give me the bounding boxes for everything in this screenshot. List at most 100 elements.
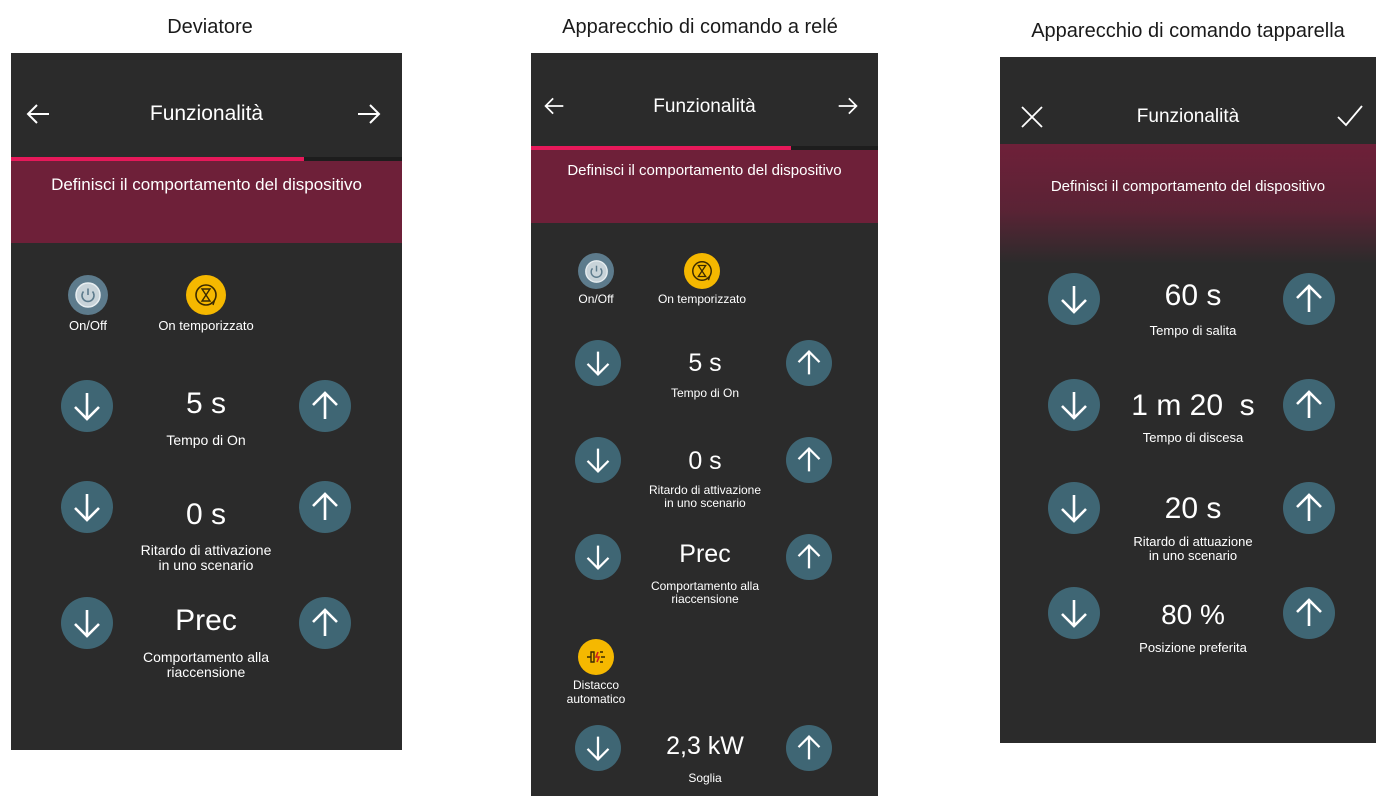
- banner-text: Definisci il comportamento del dispositi…: [1050, 178, 1326, 195]
- mode-label-line: automatico: [566, 691, 626, 706]
- value-display: 5 s: [688, 349, 722, 377]
- increase-button[interactable]: [786, 340, 832, 386]
- decrease-button[interactable]: [61, 380, 113, 432]
- phone-screen-tapparella: Funzionalità Definisci il comportamento …: [1000, 57, 1376, 743]
- arrow-right-icon[interactable]: [837, 95, 859, 117]
- power-icon: [584, 259, 608, 283]
- increase-button[interactable]: [1283, 482, 1335, 534]
- value-display: 2,3 kW: [666, 732, 744, 760]
- page-title: Funzionalità: [653, 96, 756, 117]
- caption-deviatore: Deviatore: [167, 16, 253, 38]
- decrease-button[interactable]: [1048, 379, 1100, 431]
- value-label-line: in uno scenario: [664, 496, 746, 511]
- increase-button[interactable]: [786, 725, 832, 771]
- value-label-line: Soglia: [688, 771, 722, 785]
- value-label-line: Comportamento alla: [142, 649, 270, 665]
- phone-screen-rele: Funzionalità Definisci il comportamento …: [531, 53, 878, 796]
- value-label: Comportamento alla riaccensione: [111, 649, 301, 681]
- decrease-button[interactable]: [1048, 482, 1100, 534]
- load-shedding-icon: [587, 651, 605, 663]
- value-label-line: Ritardo di attuazione: [1133, 534, 1253, 549]
- value-display: 0 s: [185, 498, 227, 531]
- increase-button[interactable]: [786, 534, 832, 580]
- decrease-button[interactable]: [575, 725, 621, 771]
- value-label: Ritardo di attivazione in uno scenario: [111, 542, 301, 574]
- value-label-line: in uno scenario: [158, 557, 254, 574]
- decrease-button[interactable]: [1048, 587, 1100, 639]
- mode-on-temporizzato[interactable]: On temporizzato: [644, 253, 760, 307]
- mode-label: On/Off: [578, 292, 614, 306]
- arrow-down-icon: [74, 494, 100, 522]
- arrow-up-icon: [312, 391, 338, 419]
- mode-distacco-automatico[interactable]: Distacco automatico: [561, 639, 631, 707]
- increase-button[interactable]: [1283, 379, 1335, 431]
- arrow-down-icon: [586, 351, 610, 376]
- checkmark-icon[interactable]: [1336, 103, 1364, 129]
- value-label: Ritardo di attuazione in uno scenario: [1098, 534, 1288, 564]
- power-icon: [75, 282, 101, 308]
- arrow-right-icon[interactable]: [356, 101, 382, 127]
- value-display: 5 s: [185, 387, 227, 420]
- increase-button[interactable]: [1283, 273, 1335, 325]
- arrow-up-icon: [1296, 493, 1322, 521]
- value-label-line: riaccensione: [166, 664, 246, 681]
- instruction-banner: Definisci il comportamento del dispositi…: [1000, 144, 1376, 264]
- decrease-button[interactable]: [575, 437, 621, 483]
- arrow-up-icon: [312, 492, 338, 520]
- arrow-down-icon: [586, 448, 610, 473]
- instruction-banner: Definisci il comportamento del dispositi…: [11, 161, 402, 243]
- increase-button[interactable]: [786, 437, 832, 483]
- arrow-up-icon: [1296, 598, 1322, 626]
- page-title: Funzionalità: [149, 102, 264, 125]
- arrow-down-icon: [74, 610, 100, 638]
- arrow-down-icon: [74, 393, 100, 421]
- value-label-line: Tempo di On: [670, 386, 740, 400]
- value-label-line: Posizione preferita: [1139, 640, 1247, 655]
- decrease-button[interactable]: [575, 534, 621, 580]
- arrow-up-icon: [797, 447, 821, 472]
- arrow-up-icon: [1296, 284, 1322, 312]
- caption-tapparella: Apparecchio di comando tapparella: [1031, 20, 1345, 42]
- value-display: 60 s: [1164, 279, 1222, 312]
- value-display: 20 s: [1164, 492, 1222, 525]
- value-display: Prec: [175, 604, 237, 637]
- mode-label: On/Off: [68, 318, 108, 333]
- arrow-down-icon: [586, 545, 610, 570]
- mode-label: On temporizzato: [657, 292, 747, 306]
- value-label: Tempo di salita: [1103, 323, 1283, 338]
- caption-rele: Apparecchio di comando a relé: [562, 16, 838, 38]
- value-label-line: Ritardo di attivazione: [140, 542, 272, 558]
- value-label: Tempo di discesa: [1103, 430, 1283, 445]
- instruction-banner: Definisci il comportamento del dispositi…: [531, 150, 878, 223]
- value-label-line: Tempo di salita: [1149, 323, 1237, 338]
- arrow-up-icon: [797, 544, 821, 569]
- value-label-line: riaccensione: [671, 592, 739, 607]
- hourglass-icon: [195, 284, 217, 306]
- value-display: Prec: [679, 540, 731, 568]
- value-label-line: in uno scenario: [1148, 548, 1238, 564]
- increase-button[interactable]: [299, 597, 351, 649]
- arrow-up-icon: [1296, 390, 1322, 418]
- mode-on-off[interactable]: On/Off: [564, 253, 628, 307]
- value-label: Posizione preferita: [1103, 640, 1283, 655]
- arrow-down-icon: [1061, 286, 1087, 314]
- hourglass-icon: [692, 261, 712, 281]
- value-label: Soglia: [625, 771, 785, 785]
- decrease-button[interactable]: [575, 340, 621, 386]
- decrease-button[interactable]: [61, 481, 113, 533]
- value-display: 0 s: [688, 447, 722, 475]
- mode-label: Distacco automatico: [561, 678, 631, 707]
- value-label: Tempo di On: [121, 432, 291, 448]
- value-label: Comportamento alla riaccensione: [615, 579, 795, 607]
- mode-label-line: Distacco: [572, 678, 619, 692]
- decrease-button[interactable]: [1048, 273, 1100, 325]
- mode-on-temporizzato[interactable]: On temporizzato: [141, 275, 271, 334]
- increase-button[interactable]: [1283, 587, 1335, 639]
- decrease-button[interactable]: [61, 597, 113, 649]
- increase-button[interactable]: [299, 380, 351, 432]
- phone-screen-deviatore: Funzionalità Definisci il comportamento …: [11, 53, 402, 750]
- mode-on-off[interactable]: On/Off: [53, 275, 123, 334]
- value-display: 1 m 20 s: [1131, 389, 1255, 422]
- arrow-down-icon: [586, 736, 610, 761]
- increase-button[interactable]: [299, 481, 351, 533]
